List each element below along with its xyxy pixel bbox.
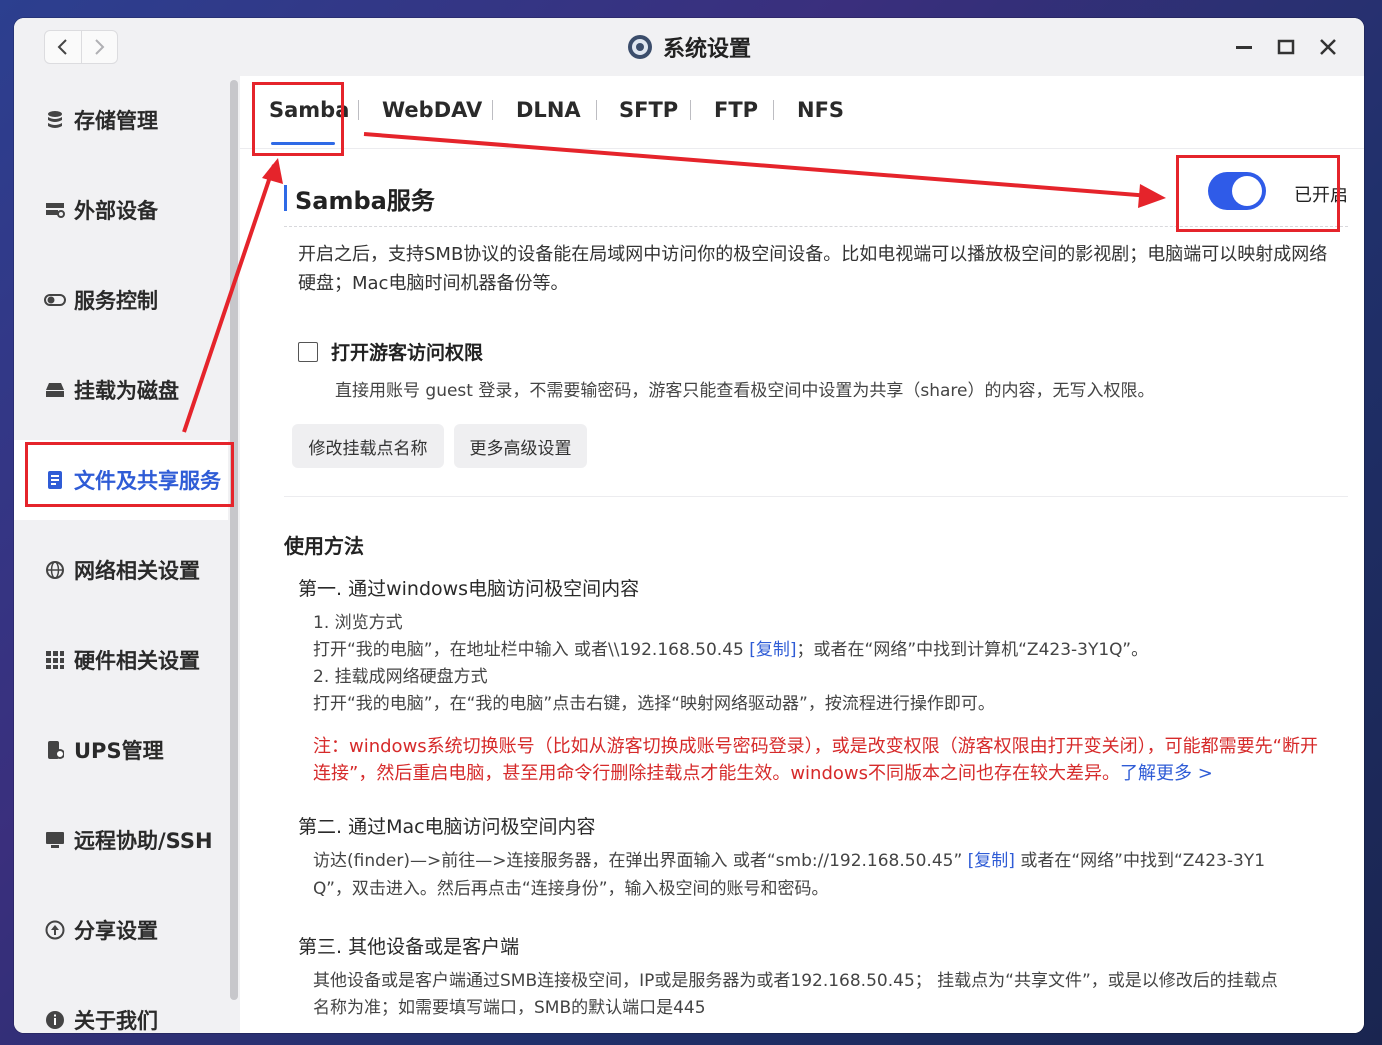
zspace-logo-icon	[627, 35, 652, 59]
monitor-icon	[44, 829, 66, 851]
learn-more-link[interactable]: 了解更多 >	[1120, 763, 1213, 784]
windows-heading: 第一. 通过windows电脑访问极空间内容	[298, 578, 640, 600]
title-bar: 系统设置	[14, 18, 1364, 76]
windows-step2-text: 打开“我的电脑”，在“我的电脑”点击右键，选择“映射网络驱动器”，按流程进行操作…	[313, 694, 995, 714]
windows-step1: 1. 浏览方式	[313, 613, 403, 633]
sidebar-item-network[interactable]: 网络相关设置	[14, 530, 228, 610]
copy-link[interactable]: [复制]	[968, 851, 1015, 871]
advanced-settings-button[interactable]: 更多高级设置	[454, 424, 587, 468]
ups-icon	[44, 739, 66, 761]
sidebar-item-service-control[interactable]: 服务控制	[14, 260, 228, 340]
window-title: 系统设置	[14, 30, 1364, 64]
copy-link[interactable]: [复制]	[749, 640, 796, 660]
sidebar-scrollbar[interactable]	[230, 80, 238, 1000]
sidebar-item-label: 硬件相关设置	[74, 649, 200, 673]
samba-section-title: Samba服务	[284, 180, 435, 216]
sidebar-item-share-settings[interactable]: 分享设置	[14, 890, 228, 970]
sidebar-item-ups[interactable]: UPS管理	[14, 710, 228, 790]
info-icon	[44, 1009, 66, 1031]
mac-line1: 访达(finder)—>前往—>连接服务器，在弹出界面输入 或者“smb://1…	[313, 851, 1266, 871]
section-divider	[284, 496, 1348, 497]
guest-access-checkbox[interactable]	[298, 342, 318, 362]
other-line2: 名称为准；如需要填写端口，SMB的默认端口是445	[313, 998, 706, 1018]
disk-mount-icon	[44, 379, 66, 401]
window-title-text: 系统设置	[662, 37, 751, 62]
samba-description: 开启之后，支持SMB协议的设备能在局域网中访问你的极空间设备。比如电视端可以播放…	[298, 244, 1328, 294]
sidebar-item-label: UPS管理	[74, 739, 164, 763]
maximize-icon	[1277, 39, 1295, 55]
database-icon	[44, 109, 66, 131]
windows-note-line2: 连接”，然后重启电脑，甚至用命令行删除挂载点才能生效。windows不同版本之间…	[313, 763, 1213, 784]
mac-line2: Q”，双击进入。然后再点击“连接身份”，输入极空间的账号和密码。	[313, 879, 829, 899]
annotation-box-samba-tab	[252, 82, 344, 156]
usage-title: 使用方法	[284, 534, 364, 558]
sidebar-item-hardware[interactable]: 硬件相关设置	[14, 620, 228, 700]
sidebar-item-mount-disk[interactable]: 挂载为磁盘	[14, 350, 228, 430]
sidebar-item-about[interactable]: 关于我们	[14, 980, 228, 1033]
tab-webdav[interactable]: WebDAV	[382, 98, 482, 122]
sidebar-item-external-devices[interactable]: 外部设备	[14, 170, 228, 250]
globe-icon	[44, 559, 66, 581]
sidebar: 存储管理 外部设备 服务控制 挂载为磁盘 文件及共享服务 网络相关设置 硬件相关…	[14, 76, 228, 1033]
sidebar-item-label: 远程协助/SSH	[74, 829, 213, 853]
windows-note-line1: 注：windows系统切换账号（比如从游客切换成账号密码登录），或是改变权限（游…	[313, 736, 1318, 757]
windows-step1-text: 打开“我的电脑”，在地址栏中输入 或者\\192.168.50.45 [复制]；…	[313, 640, 1149, 660]
other-heading: 第三. 其他设备或是客户端	[298, 936, 520, 958]
guest-access-desc: 直接用账号 guest 登录，不需要输密码，游客只能查看极空间中设置为共享（sh…	[335, 381, 1155, 401]
maximize-button[interactable]	[1273, 34, 1299, 60]
tab-dlna[interactable]: DLNA	[516, 98, 581, 122]
sidebar-item-label: 关于我们	[74, 1009, 158, 1033]
share-icon	[44, 919, 66, 941]
grid-icon	[44, 649, 66, 671]
sidebar-item-label: 挂载为磁盘	[74, 379, 179, 403]
external-device-icon	[44, 199, 66, 221]
annotation-box-sidebar-item	[25, 442, 234, 507]
toggle-icon	[44, 289, 66, 311]
close-button[interactable]	[1315, 34, 1341, 60]
sidebar-item-storage[interactable]: 存储管理	[14, 80, 228, 160]
tab-sftp[interactable]: SFTP	[619, 98, 678, 122]
sidebar-item-label: 网络相关设置	[74, 559, 200, 583]
settings-window: 系统设置 存储管理 外部设备 服务控制 挂载为磁盘 文件及共享服务 网络相关设置…	[14, 18, 1364, 1033]
sidebar-item-label: 服务控制	[74, 289, 158, 313]
tab-nfs[interactable]: NFS	[797, 98, 844, 122]
mac-heading: 第二. 通过Mac电脑访问极空间内容	[298, 816, 596, 838]
sidebar-item-label: 存储管理	[74, 109, 158, 133]
windows-step2: 2. 挂载成网络硬盘方式	[313, 667, 488, 687]
annotation-box-toggle	[1176, 155, 1340, 232]
protocol-tabs: Samba WebDAV DLNA SFTP FTP NFS	[240, 76, 1364, 149]
sidebar-item-remote-ssh[interactable]: 远程协助/SSH	[14, 800, 228, 880]
tab-ftp[interactable]: FTP	[714, 98, 758, 122]
other-line1: 其他设备或是客户端通过SMB连接极空间，IP或是服务器为或者192.168.50…	[313, 971, 1278, 991]
minimize-button[interactable]	[1231, 34, 1257, 60]
minimize-icon	[1236, 46, 1252, 49]
rename-mount-button[interactable]: 修改挂载点名称	[292, 424, 444, 468]
close-icon	[1320, 39, 1336, 55]
sidebar-item-label: 分享设置	[74, 919, 158, 943]
guest-access-label[interactable]: 打开游客访问权限	[331, 338, 483, 365]
sidebar-item-label: 外部设备	[74, 199, 158, 223]
